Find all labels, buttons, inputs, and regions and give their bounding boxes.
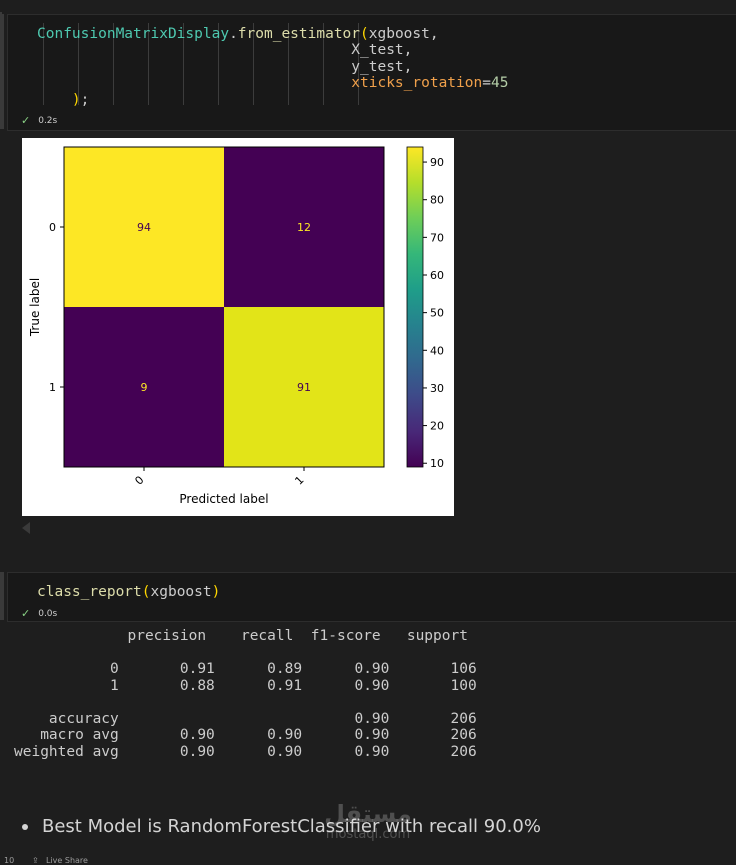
code-line-2: X_test, <box>351 42 413 58</box>
code-line-1: ConfusionMatrixDisplay.from_estimator(xg… <box>37 26 439 42</box>
cell-value: 9 <box>141 381 148 394</box>
code-line-4: xticks_rotation=45 <box>351 75 509 91</box>
code-line-5: ); <box>71 92 90 108</box>
colorbar-tick-label: 90 <box>430 156 444 169</box>
watermark-latin: mostaql.com <box>325 827 411 842</box>
cell-value: 91 <box>297 381 311 394</box>
cell-gutter <box>0 14 4 129</box>
colorbar-tick-label: 60 <box>430 269 444 282</box>
execution-time: 0.0s <box>38 608 58 619</box>
cell-status: ✓ 0.0s <box>21 607 57 620</box>
collapse-output-icon[interactable] <box>22 522 30 534</box>
colorbar <box>406 146 424 468</box>
cell-value: 94 <box>137 221 151 234</box>
x-tick-label: 1 <box>292 473 306 487</box>
x-tick-label: 0 <box>132 473 146 487</box>
colorbar-tick-label: 80 <box>430 194 444 207</box>
liveshare-icon[interactable]: ⇪ <box>32 856 39 865</box>
confusion-matrix-plot: 94 12 9 91 0 1 0 1 Predicted label True label 10 20… <box>22 138 454 516</box>
code-line-3: y_test, <box>351 59 413 75</box>
y-axis-label: True label <box>28 278 42 337</box>
check-icon: ✓ <box>21 114 31 127</box>
code-line: class_report(xgboost) <box>37 584 221 600</box>
line-indicator[interactable]: 10 <box>4 856 14 865</box>
watermark: مستقل mostaql.com <box>322 800 414 842</box>
y-tick-label: 0 <box>49 221 56 234</box>
liveshare-label[interactable]: Live Share <box>46 856 88 865</box>
colorbar-tick-label: 10 <box>430 457 444 470</box>
check-icon: ✓ <box>21 607 31 620</box>
y-tick-label: 1 <box>49 381 56 394</box>
colorbar-tick-label: 20 <box>430 420 444 433</box>
colorbar-tick-label: 50 <box>430 307 444 320</box>
colorbar-tick-label: 70 <box>430 231 444 244</box>
cell-gutter <box>0 572 4 620</box>
confusion-matrix-svg: 94 129 91010 1Predicted labelTrue label1020… <box>28 146 444 506</box>
execution-time: 0.2s <box>38 115 58 126</box>
x-axis-label: Predicted label <box>179 492 268 506</box>
cell-value: 12 <box>297 221 311 234</box>
bullet-text: Best Model is RandomForestClassifier wit… <box>42 816 541 837</box>
code-cell-confusion-matrix[interactable]: ConfusionMatrixDisplay.from_estimator(xg… <box>7 14 736 131</box>
status-bar: 10 ⇪ Live Share <box>0 856 736 865</box>
colorbar-tick-label: 30 <box>430 382 444 395</box>
colorbar-tick-label: 40 <box>430 344 444 357</box>
watermark-arabic: مستقل <box>324 800 412 828</box>
classification-report-output: precision recall f1-score support 0 0.91… <box>14 628 477 760</box>
code-cell-class-report[interactable]: class_report(xgboost) ✓ 0.0s <box>7 572 736 622</box>
bullet-icon <box>22 823 28 830</box>
cell-status: ✓ 0.2s <box>21 114 57 127</box>
markdown-bullet: Best Model is RandomForestClassifier wit… <box>22 816 541 837</box>
gutter-marker <box>0 12 2 20</box>
